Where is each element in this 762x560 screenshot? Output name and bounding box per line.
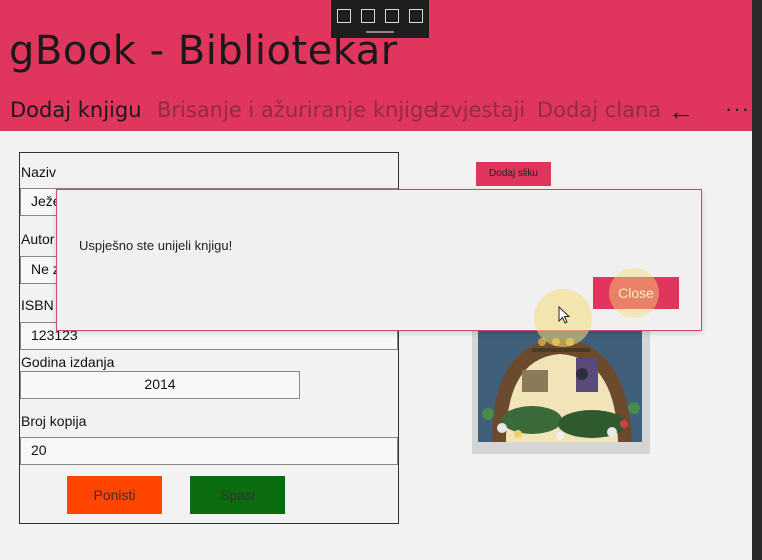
success-dialog: Uspješno ste unijeli knjigu! Close	[56, 189, 702, 331]
ponisti-button[interactable]: Ponisti	[67, 476, 162, 514]
godina-field[interactable]: 2014	[20, 371, 300, 399]
tab-dodaj-clana[interactable]: Dodaj clana	[537, 98, 661, 122]
back-arrow-icon[interactable]: ←	[668, 96, 694, 127]
live-visual-tree-icon[interactable]	[337, 9, 351, 23]
tab-izvjestaji[interactable]: Izvjestaji	[433, 98, 525, 122]
spasi-button[interactable]: Spasi	[190, 476, 285, 514]
toolbar-grip[interactable]	[366, 31, 394, 33]
dialog-message: Uspješno ste unijeli knjigu!	[79, 238, 233, 253]
godina-label: Godina izdanja	[21, 354, 115, 370]
kopije-label: Broj kopija	[21, 413, 87, 429]
tab-dodaj-knjigu[interactable]: Dodaj knjigu	[10, 98, 142, 122]
tab-brisanje[interactable]: Brisanje i ažuriranje knjige	[157, 98, 436, 122]
click-highlight-secondary	[609, 268, 659, 318]
naziv-label: Naziv	[21, 164, 57, 180]
select-element-icon[interactable]	[361, 9, 375, 23]
kopije-field[interactable]: 20	[20, 437, 398, 465]
add-image-button[interactable]: Dodaj sliku	[476, 162, 551, 186]
mouse-pointer-icon	[558, 306, 570, 324]
isbn-label: ISBN	[21, 297, 54, 313]
debug-toolbar	[331, 0, 429, 38]
more-options-icon[interactable]: ···	[725, 96, 750, 122]
display-adorners-icon[interactable]	[385, 9, 399, 23]
window-edge	[752, 0, 762, 560]
autor-label: Autor	[21, 231, 55, 247]
track-focus-icon[interactable]	[409, 9, 423, 23]
